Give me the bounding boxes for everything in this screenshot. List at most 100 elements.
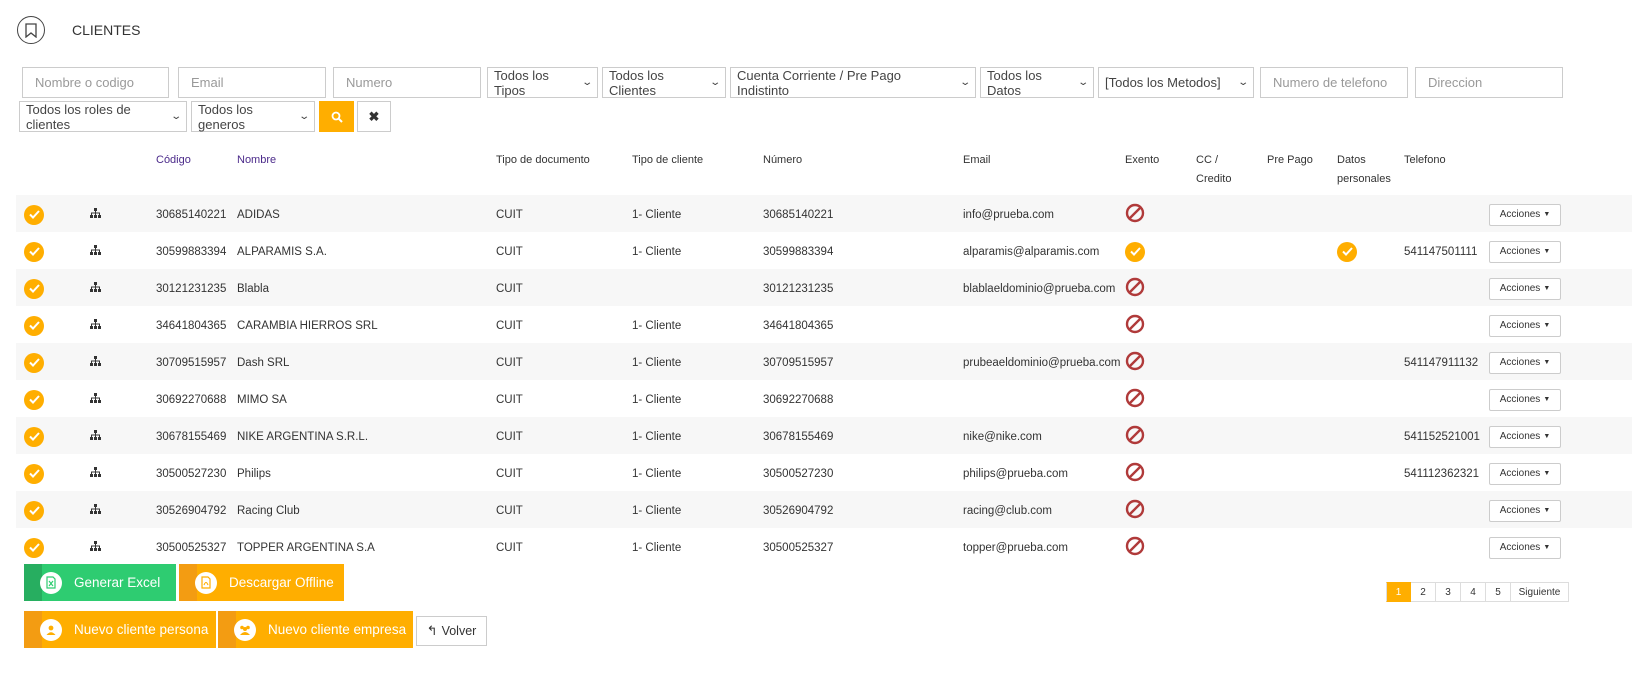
actions-dropdown-button[interactable]: Acciones ▼ [1489, 388, 1561, 411]
actions-dropdown-button[interactable]: Acciones ▼ [1489, 314, 1561, 337]
hierarchy-cell[interactable] [85, 269, 156, 306]
chevron-down-icon: ⌄ [958, 77, 971, 88]
prepago-cell [1267, 528, 1337, 565]
exento-cell [1125, 417, 1196, 454]
telefono-cell: 541112362321 [1404, 467, 1480, 480]
email-cell: racing@club.com [963, 504, 1053, 517]
sitemap-icon[interactable] [90, 282, 101, 295]
roles-select[interactable]: Todos los roles de clientes ⌄ [19, 101, 187, 132]
tipo-cliente-cell: 1- Cliente [632, 467, 682, 480]
user-icon [40, 618, 62, 641]
new-company-client-button[interactable]: Nuevo cliente empresa [218, 611, 413, 648]
hierarchy-cell[interactable] [85, 528, 156, 565]
tipo-doc-cell: CUIT [496, 245, 523, 258]
table-row[interactable]: 30526904792 Racing Club CUIT 1- Cliente 3052… [16, 491, 1632, 528]
numero-cell: 30599883394 [763, 245, 834, 258]
actions-label: Acciones [1499, 394, 1541, 405]
table-row[interactable]: 30685140221 ADIDAS CUIT 1- Cliente 306851402… [16, 195, 1632, 232]
search-button[interactable] [319, 101, 354, 132]
table-row[interactable]: 30678155469 NIKE ARGENTINA S.R.L. CUIT 1- C… [16, 417, 1632, 454]
hierarchy-cell[interactable] [85, 195, 156, 232]
datos-select[interactable]: Todos los Datos ⌄ [980, 67, 1094, 98]
cuenta-select[interactable]: Cuenta Corriente / Pre Pago Indistinto ⌄ [730, 67, 976, 98]
generos-select[interactable]: Todos los generos ⌄ [191, 101, 315, 132]
numero-cell: 30709515957 [763, 356, 834, 369]
actions-dropdown-button[interactable]: Acciones ▼ [1489, 462, 1561, 485]
hierarchy-cell[interactable] [85, 343, 156, 380]
table-row[interactable]: 30121231235 Blabla CUIT 30121231235 blablael… [16, 269, 1632, 306]
hierarchy-cell[interactable] [85, 232, 156, 269]
sitemap-icon[interactable] [90, 467, 101, 480]
clientes-select[interactable]: Todos los Clientes ⌄ [602, 67, 726, 98]
table-row[interactable]: 30692270688 MIMO SA CUIT 1- Cliente 30692270… [16, 380, 1632, 417]
telefono-cell [1404, 380, 1489, 417]
ban-icon [1125, 536, 1145, 556]
clear-filters-button[interactable]: ✖ [357, 101, 391, 132]
sitemap-icon[interactable] [90, 245, 101, 258]
actions-dropdown-button[interactable]: Acciones ▼ [1489, 425, 1561, 448]
status-cell [16, 269, 85, 306]
bookmark-icon[interactable] [17, 16, 45, 44]
page-1[interactable]: 1 [1386, 582, 1411, 602]
table-row[interactable]: 30709515957 Dash SRL CUIT 1- Cliente 3070951… [16, 343, 1632, 380]
numero-cell: 30526904792 [763, 504, 834, 517]
col-nombre[interactable]: Nombre [237, 140, 496, 195]
sitemap-icon[interactable] [90, 504, 101, 517]
exento-cell [1125, 343, 1196, 380]
actions-dropdown-button[interactable]: Acciones ▼ [1489, 240, 1561, 263]
actions-dropdown-button[interactable]: Acciones ▼ [1489, 351, 1561, 374]
page-5[interactable]: 5 [1486, 582, 1511, 602]
table-row[interactable]: 30599883394 ALPARAMIS S.A. CUIT 1- Cliente 3… [16, 232, 1632, 269]
generate-excel-button[interactable]: Generar Excel [24, 564, 176, 601]
back-button[interactable]: ↰ Volver [416, 616, 487, 646]
metodos-select-value: [Todos los Metodos] [1105, 75, 1221, 90]
status-cell [16, 306, 85, 343]
telefono-cell [1404, 491, 1489, 528]
prepago-cell [1267, 380, 1337, 417]
sitemap-icon[interactable] [90, 541, 101, 554]
telefono-cell: 541152521001 [1404, 430, 1480, 443]
check-circle-icon [24, 204, 44, 225]
telefono-cell [1404, 306, 1489, 343]
hierarchy-cell[interactable] [85, 306, 156, 343]
page-2[interactable]: 2 [1411, 582, 1436, 602]
name-code-input[interactable]: Nombre o codigo [22, 67, 169, 98]
hierarchy-cell[interactable] [85, 491, 156, 528]
col-codigo[interactable]: Código [156, 140, 237, 195]
email-input[interactable]: Email [178, 67, 326, 98]
metodos-select[interactable]: [Todos los Metodos] ⌄ [1098, 67, 1254, 98]
next-page-button[interactable]: Siguiente [1511, 582, 1569, 602]
phone-input[interactable]: Numero de telefono [1260, 67, 1408, 98]
actions-label: Acciones [1499, 505, 1541, 516]
table-row[interactable]: 30500527230 Philips CUIT 1- Cliente 30500527… [16, 454, 1632, 491]
telefono-cell: 541147501111 [1404, 245, 1478, 258]
sitemap-icon[interactable] [90, 208, 101, 221]
codigo-cell: 30500525327 [156, 541, 227, 554]
sitemap-icon[interactable] [90, 356, 101, 369]
table-row[interactable]: 34641804365 CARAMBIA HIERROS SRL CUIT 1- Cl… [16, 306, 1632, 343]
email-cell: nike@nike.com [963, 430, 1042, 443]
actions-dropdown-button[interactable]: Acciones ▼ [1489, 499, 1561, 522]
prepago-cell [1267, 269, 1337, 306]
new-person-client-button[interactable]: Nuevo cliente persona [24, 611, 216, 648]
sitemap-icon[interactable] [90, 393, 101, 406]
address-input[interactable]: Direccion [1415, 67, 1563, 98]
number-input[interactable]: Numero [333, 67, 481, 98]
actions-dropdown-button[interactable]: Acciones ▼ [1489, 203, 1561, 226]
page-3[interactable]: 3 [1436, 582, 1461, 602]
page-4[interactable]: 4 [1461, 582, 1486, 602]
table-header-row: Código Nombre Tipo de documento Tipo de … [16, 140, 1632, 195]
table-row[interactable]: 30500525327 TOPPER ARGENTINA S.A CUIT 1- Cl… [16, 528, 1632, 565]
exento-cell [1125, 306, 1196, 343]
col-datos: Datos personales [1337, 140, 1404, 195]
actions-dropdown-button[interactable]: Acciones ▼ [1489, 536, 1561, 559]
actions-dropdown-button[interactable]: Acciones ▼ [1489, 277, 1561, 300]
sitemap-icon[interactable] [90, 430, 101, 443]
sitemap-icon[interactable] [90, 319, 101, 332]
download-offline-button[interactable]: Descargar Offline [179, 564, 344, 601]
tipos-select[interactable]: Todos los Tipos ⌄ [487, 67, 598, 98]
hierarchy-cell[interactable] [85, 417, 156, 454]
telefono-cell [1404, 269, 1489, 306]
hierarchy-cell[interactable] [85, 380, 156, 417]
hierarchy-cell[interactable] [85, 454, 156, 491]
